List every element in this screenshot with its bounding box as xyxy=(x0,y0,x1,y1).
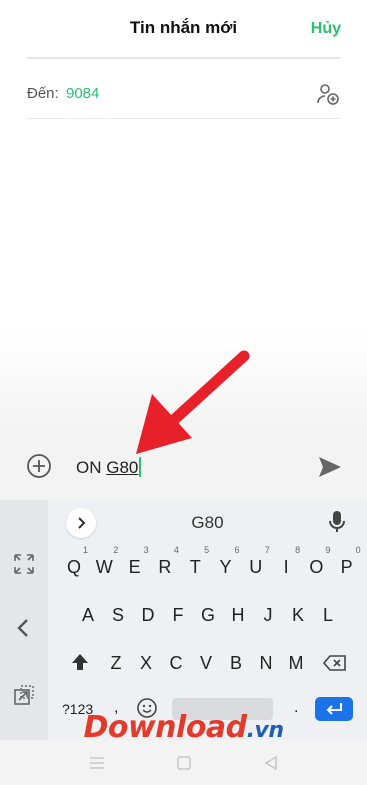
suggestion-strip: G80 xyxy=(48,500,367,542)
key-k[interactable]: K xyxy=(284,596,312,634)
key-m[interactable]: M xyxy=(282,644,310,682)
key-label: A xyxy=(81,605,94,625)
header-divider xyxy=(27,57,340,59)
keyboard: G80 Q1W2E3R4T5Y6U7I8O9P0 ASDFGHJKL ZXCVB… xyxy=(0,500,367,740)
key-label: M xyxy=(288,653,304,673)
key-label: Q xyxy=(66,557,81,577)
key-number-hint: 3 xyxy=(143,545,149,555)
microphone-icon[interactable] xyxy=(327,510,347,534)
suggestion-word[interactable]: G80 xyxy=(48,513,367,533)
key-number-hint: 4 xyxy=(173,545,179,555)
app-header: Tin nhắn mới Hủy xyxy=(0,0,367,59)
add-contact-icon[interactable] xyxy=(316,82,340,106)
message-input[interactable]: ON G80 xyxy=(76,457,142,478)
resize-icon[interactable] xyxy=(12,552,36,576)
key-label: O xyxy=(309,557,324,577)
key-label: F xyxy=(172,605,184,625)
key-v[interactable]: V xyxy=(192,644,220,682)
key-label: V xyxy=(199,653,212,673)
text-cursor xyxy=(139,457,142,477)
key-number-hint: 9 xyxy=(325,545,331,555)
key-number-hint: 1 xyxy=(82,545,88,555)
key-o[interactable]: O9 xyxy=(302,545,330,586)
key-label: X xyxy=(139,653,152,673)
cancel-button[interactable]: Hủy xyxy=(311,20,341,38)
key-label: S xyxy=(111,605,124,625)
key-label: Y xyxy=(219,557,232,577)
system-nav-bar xyxy=(0,740,367,785)
key-label: U xyxy=(249,557,263,577)
key-label: B xyxy=(229,653,242,673)
key-number-hint: 7 xyxy=(264,545,270,555)
send-icon[interactable] xyxy=(317,455,343,479)
key-label: Z xyxy=(110,653,122,673)
key-number-hint: 2 xyxy=(113,545,119,555)
key-w[interactable]: W2 xyxy=(90,545,119,586)
keyboard-side-panel xyxy=(0,500,48,740)
red-arrow-annotation xyxy=(136,350,250,454)
menu-icon[interactable] xyxy=(88,754,106,772)
message-text-word: G80 xyxy=(106,458,139,477)
key-z[interactable]: Z xyxy=(102,644,130,682)
key-j[interactable]: J xyxy=(254,596,282,634)
back-icon[interactable] xyxy=(262,754,280,772)
key-e[interactable]: E3 xyxy=(121,545,149,586)
recipient-row[interactable]: Đến: 9084 xyxy=(27,80,340,110)
key-d[interactable]: D xyxy=(134,596,162,634)
key-label: N xyxy=(259,653,273,673)
key-h[interactable]: H xyxy=(224,596,252,634)
key-i[interactable]: I8 xyxy=(272,545,301,586)
key-g[interactable]: G xyxy=(194,596,222,634)
key-label: L xyxy=(322,605,333,625)
key-f[interactable]: F xyxy=(164,596,192,634)
home-icon[interactable] xyxy=(175,754,193,772)
chevron-left-icon[interactable] xyxy=(12,616,36,640)
key-q[interactable]: Q1 xyxy=(60,545,88,586)
key-n[interactable]: N xyxy=(252,644,280,682)
key-label: W xyxy=(95,557,113,577)
key-y[interactable]: Y6 xyxy=(212,545,239,586)
key-r[interactable]: R4 xyxy=(151,545,179,586)
key-label: C xyxy=(169,653,183,673)
key-label: P xyxy=(340,557,353,577)
key-s[interactable]: S xyxy=(104,596,132,634)
key-number-hint: 8 xyxy=(295,545,301,555)
backspace-icon[interactable] xyxy=(323,655,347,671)
message-text-prefix: ON xyxy=(76,458,107,477)
key-c[interactable]: C xyxy=(162,644,190,682)
key-label: I xyxy=(283,557,289,577)
key-number-hint: 5 xyxy=(204,545,210,555)
recipient-divider xyxy=(27,118,340,119)
key-number-hint: 0 xyxy=(355,545,361,555)
shift-icon[interactable] xyxy=(70,652,90,672)
key-label: J xyxy=(263,605,273,625)
key-u[interactable]: U7 xyxy=(242,545,270,586)
key-t[interactable]: T5 xyxy=(181,545,210,586)
recipient-value[interactable]: 9084 xyxy=(66,85,99,102)
key-b[interactable]: B xyxy=(222,644,250,682)
key-label: T xyxy=(189,557,201,577)
key-p[interactable]: P0 xyxy=(333,545,361,586)
plus-circle-icon[interactable] xyxy=(26,453,52,479)
key-label: R xyxy=(158,557,172,577)
key-a[interactable]: A xyxy=(74,596,102,634)
key-l[interactable]: L xyxy=(314,596,342,634)
key-label: E xyxy=(128,557,141,577)
key-label: G xyxy=(200,605,215,625)
key-label: K xyxy=(291,605,304,625)
recipient-label: Đến: xyxy=(27,85,59,102)
key-number-hint: 6 xyxy=(234,545,240,555)
float-window-icon[interactable] xyxy=(12,683,36,707)
key-x[interactable]: X xyxy=(132,644,160,682)
key-label: H xyxy=(231,605,245,625)
key-label: D xyxy=(141,605,155,625)
